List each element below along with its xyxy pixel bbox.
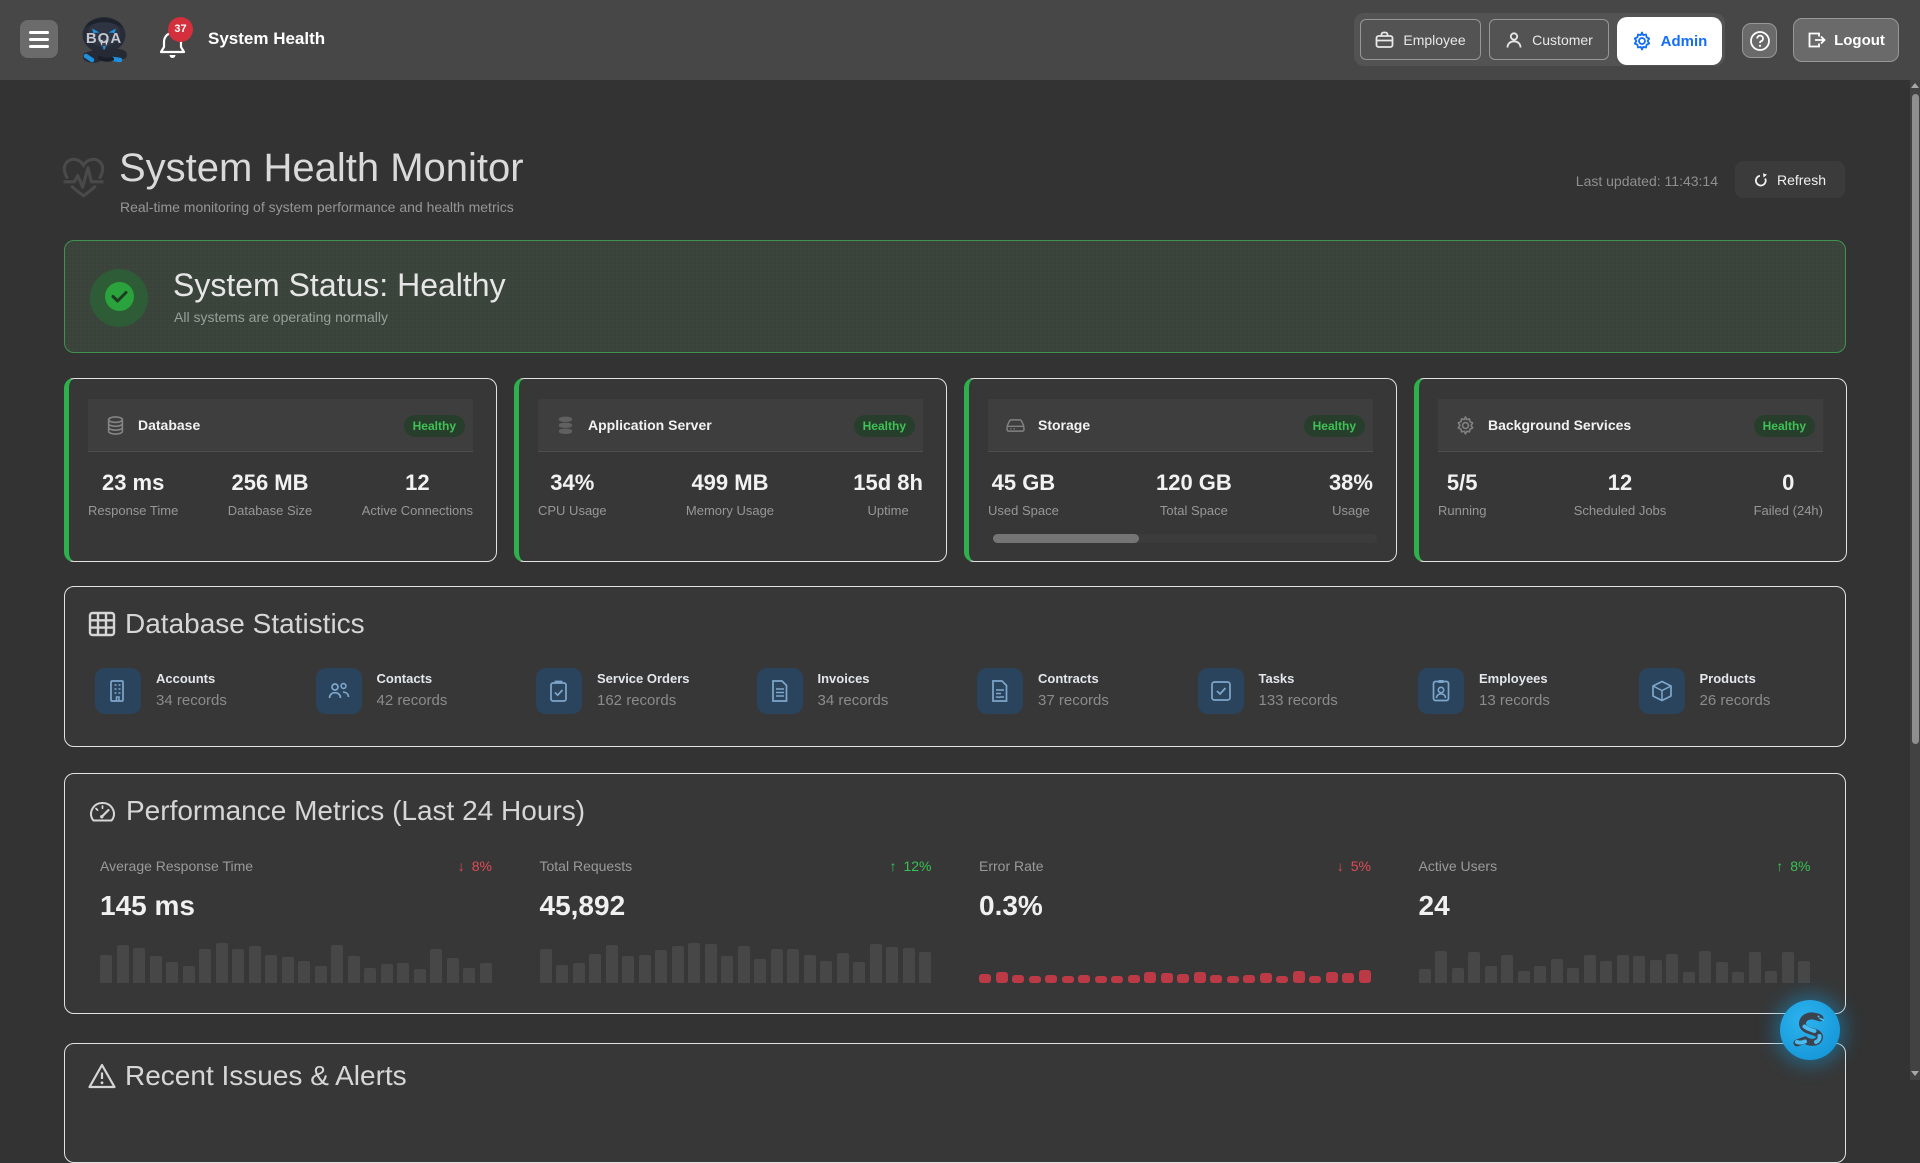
svg-text:BOA: BOA (86, 30, 122, 47)
